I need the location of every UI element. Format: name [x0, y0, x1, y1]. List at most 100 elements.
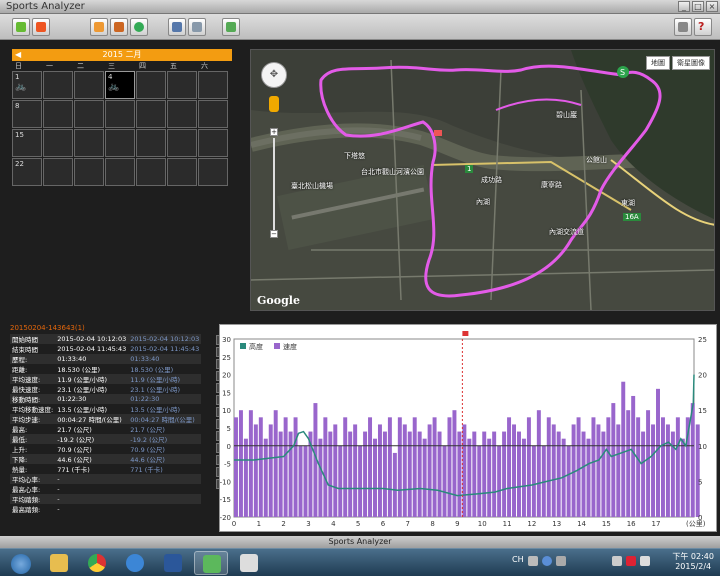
- calendar-day-cell[interactable]: 22: [12, 158, 42, 186]
- new-file-icon[interactable]: [12, 18, 30, 36]
- calendar-day-cell[interactable]: [136, 158, 166, 186]
- stat-label: 最快速度:: [12, 386, 41, 394]
- legend-label: 高度: [249, 342, 263, 351]
- clock[interactable]: 下午 02:40 2015/2/4: [672, 552, 714, 572]
- stat-value: 01:22:30: [128, 394, 202, 404]
- calendar-day-cell[interactable]: [105, 100, 135, 128]
- start-button[interactable]: [4, 551, 38, 575]
- calendar-day-cell[interactable]: [167, 100, 197, 128]
- export-icon[interactable]: [110, 18, 128, 36]
- volume-icon[interactable]: [640, 556, 650, 566]
- calendar-day-cell[interactable]: [198, 71, 228, 99]
- calendar-day-cell[interactable]: [105, 158, 135, 186]
- speed-bar: [323, 417, 328, 517]
- import-icon[interactable]: [90, 18, 108, 36]
- zoom-out-button[interactable]: −: [270, 230, 278, 238]
- calendar-day-cell[interactable]: 1 🚲: [12, 71, 42, 99]
- calendar-day-cell[interactable]: [43, 158, 73, 186]
- calendar-day-cell[interactable]: 15: [12, 129, 42, 157]
- keyboard-icon[interactable]: [528, 556, 538, 566]
- stat-label: 平均步速:: [10, 414, 56, 424]
- calendar-day-cell[interactable]: [167, 158, 197, 186]
- calendar-day-cell[interactable]: 4 🚲: [105, 71, 135, 99]
- report-icon[interactable]: [188, 18, 206, 36]
- calendar-day-cell[interactable]: [105, 129, 135, 157]
- stat-value: 11.9 (公里/小時): [128, 374, 202, 384]
- sync-icon[interactable]: [130, 18, 148, 36]
- stat-value: 23.1 (公里/小時): [130, 386, 181, 394]
- tools-icon[interactable]: [222, 18, 240, 36]
- speed-bar: [636, 417, 641, 517]
- stat-value: 13.5 (公里/小時): [130, 406, 181, 414]
- stat-value: 21.7 (公尺): [57, 426, 92, 434]
- weekday-label: 二: [77, 62, 84, 70]
- stats-row: 最快速度: 23.1 (公里/小時) 23.1 (公里/小時): [10, 384, 201, 394]
- zoom-slider[interactable]: [273, 138, 275, 230]
- taskbar-explorer[interactable]: [42, 551, 76, 575]
- calendar-day-cell[interactable]: [136, 129, 166, 157]
- prev-month-icon[interactable]: ◀: [15, 49, 21, 61]
- y-left-tick-label: -5: [224, 461, 231, 469]
- calendar-month-label: 2015 二月: [102, 50, 142, 59]
- calendar-day-cell[interactable]: [43, 100, 73, 128]
- window-title: Sports Analyzer: [6, 1, 85, 12]
- map-type-button[interactable]: 衛星圖像: [672, 56, 710, 70]
- minimize-button[interactable]: _: [678, 1, 690, 12]
- calendar-day-cell[interactable]: [167, 129, 197, 157]
- calendar-day-cell[interactable]: [198, 129, 228, 157]
- help-icon[interactable]: ?: [694, 18, 712, 36]
- stat-value: 21.7 (公尺): [130, 426, 165, 434]
- calendar-day-cell[interactable]: [198, 158, 228, 186]
- help-circle-icon[interactable]: [542, 556, 552, 566]
- flag-icon[interactable]: [612, 556, 622, 566]
- calendar-day-cell[interactable]: [74, 129, 104, 157]
- street-view-pegman-icon[interactable]: [269, 96, 279, 112]
- calendar-day-cell[interactable]: [136, 71, 166, 99]
- save-disk-icon[interactable]: [168, 18, 186, 36]
- stat-value: -19.2 (公尺): [128, 434, 202, 444]
- speed-bar: [343, 417, 348, 517]
- sports-analyzer-icon: [203, 555, 221, 573]
- calendar-day-cell[interactable]: 8: [12, 100, 42, 128]
- taskbar-sports-analyzer[interactable]: [194, 551, 228, 575]
- speed-altitude-chart[interactable]: -20 -15 -10 -5 0 5 10 15 20 25 30 0 5 10 15 20 25 0 1 2 3 4 5 6…: [219, 324, 717, 532]
- calendar-day-cell[interactable]: [43, 71, 73, 99]
- calendar-day-cell[interactable]: [136, 100, 166, 128]
- calendar-day-cell[interactable]: [167, 71, 197, 99]
- map-type-button[interactable]: 地圖: [646, 56, 670, 70]
- y-left-tick-label: 15: [222, 389, 231, 397]
- y-left-tick-label: 30: [222, 336, 231, 344]
- speed-bar: [392, 452, 397, 517]
- tools-settings-icon[interactable]: [674, 18, 692, 36]
- calendar-day-cell[interactable]: [74, 158, 104, 186]
- calendar-grid: 1 🚲 4 🚲 8 15 22: [12, 71, 232, 186]
- y-left-tick-label: -20: [220, 514, 231, 522]
- speed-bar: [452, 410, 457, 517]
- bicycle-icon: 🚲: [108, 82, 120, 92]
- x-tick-label: 17: [652, 520, 661, 528]
- calendar-day-cell[interactable]: [198, 100, 228, 128]
- pan-control-icon[interactable]: ✥: [261, 62, 287, 88]
- stats-row: 平均步速: 00:04:27 時間/(公里) 00:04:27 時間/(公里): [10, 414, 202, 424]
- speed-bar: [238, 410, 243, 517]
- calendar-day-cell[interactable]: [74, 100, 104, 128]
- open-calendar-icon[interactable]: [32, 18, 50, 36]
- maximize-button[interactable]: □: [692, 1, 704, 12]
- speed-bar: [556, 431, 561, 517]
- calendar-day-cell[interactable]: [43, 129, 73, 157]
- taskbar-word[interactable]: [156, 551, 190, 575]
- route-map[interactable]: S 下塔悠 台北市觀山河濱公園 臺北松山機場 內湖 內湖交流道 東湖 碧山巖 公館山 康寧路 成功…: [250, 49, 715, 311]
- zoom-in-button[interactable]: +: [270, 128, 278, 136]
- close-button[interactable]: ×: [706, 1, 718, 12]
- calendar-day-cell[interactable]: [74, 71, 104, 99]
- weekday-label: 六: [201, 62, 208, 70]
- map-type-buttons: 地圖 衛星圖像: [646, 56, 710, 70]
- taskbar-ie[interactable]: [118, 551, 152, 575]
- stat-value: 771 (千卡): [57, 466, 90, 474]
- taskbar-chrome[interactable]: [80, 551, 114, 575]
- taskbar-viewer[interactable]: [232, 551, 266, 575]
- speed-bar: [546, 417, 551, 517]
- language-indicator[interactable]: CH: [512, 555, 524, 564]
- network-icon[interactable]: [626, 556, 636, 566]
- settings-icon[interactable]: [556, 556, 566, 566]
